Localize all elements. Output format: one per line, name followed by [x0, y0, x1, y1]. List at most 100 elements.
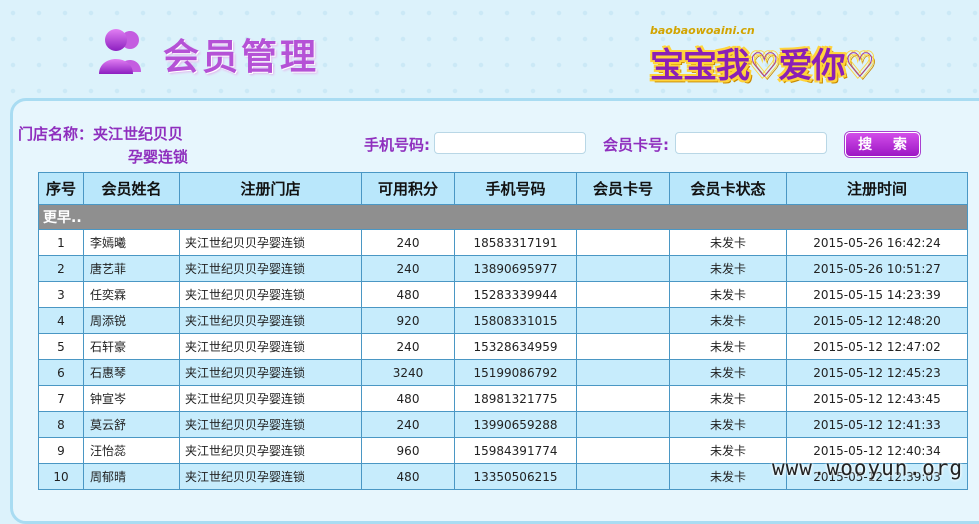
cell-store: 夹江世纪贝贝孕婴连锁: [179, 281, 362, 308]
cell-phone: 15283339944: [454, 281, 577, 308]
cell-status: 未发卡: [669, 411, 787, 438]
phone-input[interactable]: [434, 132, 586, 154]
cell-time: 2015-05-12 12:45:23: [786, 359, 968, 386]
cell-card: [576, 385, 670, 412]
cell-card: [576, 281, 670, 308]
cell-time: 2015-05-12 12:41:33: [786, 411, 968, 438]
watermark: www.wooyun.org: [772, 456, 964, 480]
cell-phone: 15199086792: [454, 359, 577, 386]
cell-name: 石惠琴: [83, 359, 180, 386]
cell-store: 夹江世纪贝贝孕婴连锁: [179, 359, 362, 386]
cell-name: 莫云舒: [83, 411, 180, 438]
page-title: 会员管理: [163, 37, 320, 78]
store-name-line2: 孕婴连锁: [128, 148, 189, 166]
logo-domain: baobaowoaini.cn: [650, 24, 755, 37]
table-row: 2 唐艺菲 夹江世纪贝贝孕婴连锁 240 13890695977 未发卡 2015-05-2…: [38, 255, 968, 282]
cell-no: 5: [38, 333, 84, 360]
cell-no: 8: [38, 411, 84, 438]
cell-phone: 13990659288: [454, 411, 577, 438]
store-name-line1: 夹江世纪贝贝: [93, 125, 184, 143]
cell-store: 夹江世纪贝贝孕婴连锁: [179, 333, 362, 360]
cell-points: 240: [361, 333, 455, 360]
cell-card: [576, 333, 670, 360]
cell-status: 未发卡: [669, 333, 787, 360]
table-row: 4 周添锐 夹江世纪贝贝孕婴连锁 920 15808331015 未发卡 2015-05-1…: [38, 307, 968, 334]
table-row: 6 石惠琴 夹江世纪贝贝孕婴连锁 3240 15199086792 未发卡 2015-05-…: [38, 359, 968, 386]
logo-text: 宝宝我♡爱你♡: [650, 46, 875, 86]
brand-logo: baobaowoaini.cn 宝宝我♡爱你♡: [644, 24, 929, 86]
cell-status: 未发卡: [669, 229, 787, 256]
cell-time: 2015-05-12 12:48:20: [786, 307, 968, 334]
cell-points: 480: [361, 281, 455, 308]
column-header-card: 会员卡号: [576, 172, 670, 205]
cell-name: 汪怡蕊: [83, 437, 180, 464]
cell-phone: 13350506215: [454, 463, 577, 490]
column-header-name: 会员姓名: [83, 172, 180, 205]
cell-no: 2: [38, 255, 84, 282]
cell-store: 夹江世纪贝贝孕婴连锁: [179, 229, 362, 256]
table-row: 3 任奕霖 夹江世纪贝贝孕婴连锁 480 15283339944 未发卡 2015-05-1…: [38, 281, 968, 308]
cell-name: 唐艺菲: [83, 255, 180, 282]
phone-label: 手机号码:: [364, 136, 430, 154]
cell-card: [576, 255, 670, 282]
cell-points: 240: [361, 255, 455, 282]
card-number-input[interactable]: [675, 132, 827, 154]
table-row: 7 钟宣岑 夹江世纪贝贝孕婴连锁 480 18981321775 未发卡 2015-05-1…: [38, 385, 968, 412]
cell-card: [576, 411, 670, 438]
column-header-phone: 手机号码: [454, 172, 577, 205]
cell-store: 夹江世纪贝贝孕婴连锁: [179, 437, 362, 464]
cell-name: 李嫣曦: [83, 229, 180, 256]
cell-no: 6: [38, 359, 84, 386]
more-earlier-row[interactable]: 更早..: [38, 204, 968, 230]
cell-name: 石轩豪: [83, 333, 180, 360]
cell-status: 未发卡: [669, 359, 787, 386]
card-number-label: 会员卡号:: [603, 136, 669, 154]
cell-no: 7: [38, 385, 84, 412]
cell-status: 未发卡: [669, 255, 787, 282]
page-header: 会员管理 baobaowoaini.cn 宝宝我♡爱你♡: [0, 0, 979, 96]
cell-points: 240: [361, 411, 455, 438]
cell-store: 夹江世纪贝贝孕婴连锁: [179, 385, 362, 412]
cell-no: 10: [38, 463, 84, 490]
cell-time: 2015-05-12 12:43:45: [786, 385, 968, 412]
cell-points: 920: [361, 307, 455, 334]
cell-status: 未发卡: [669, 307, 787, 334]
cell-store: 夹江世纪贝贝孕婴连锁: [179, 463, 362, 490]
cell-card: [576, 437, 670, 464]
member-table: 序号 会员姓名 注册门店 可用积分 手机号码 会员卡号 会员卡状态 注册时间 更…: [38, 172, 968, 490]
cell-time: 2015-05-15 14:23:39: [786, 281, 968, 308]
cell-card: [576, 307, 670, 334]
cell-no: 3: [38, 281, 84, 308]
store-name-label: 门店名称：夹江世纪贝贝 孕婴连锁: [18, 123, 198, 169]
table-row: 5 石轩豪 夹江世纪贝贝孕婴连锁 240 15328634959 未发卡 2015-05-1…: [38, 333, 968, 360]
cell-points: 240: [361, 229, 455, 256]
search-button[interactable]: 搜 索: [845, 132, 920, 157]
cell-status: 未发卡: [669, 463, 787, 490]
cell-name: 周添锐: [83, 307, 180, 334]
more-earlier-link[interactable]: 更早..: [38, 204, 968, 230]
cell-store: 夹江世纪贝贝孕婴连锁: [179, 255, 362, 282]
cell-points: 3240: [361, 359, 455, 386]
cell-points: 480: [361, 385, 455, 412]
cell-time: 2015-05-12 12:47:02: [786, 333, 968, 360]
cell-no: 9: [38, 437, 84, 464]
cell-phone: 15328634959: [454, 333, 577, 360]
cell-time: 2015-05-26 16:42:24: [786, 229, 968, 256]
table-row: 1 李嫣曦 夹江世纪贝贝孕婴连锁 240 18583317191 未发卡 2015-05-2…: [38, 229, 968, 256]
cell-status: 未发卡: [669, 437, 787, 464]
table-row: 8 莫云舒 夹江世纪贝贝孕婴连锁 240 13990659288 未发卡 2015-05-1…: [38, 411, 968, 438]
cell-no: 1: [38, 229, 84, 256]
column-header-store: 注册门店: [179, 172, 362, 205]
cell-name: 任奕霖: [83, 281, 180, 308]
table-header-row: 序号 会员姓名 注册门店 可用积分 手机号码 会员卡号 会员卡状态 注册时间: [38, 172, 968, 205]
cell-phone: 13890695977: [454, 255, 577, 282]
cell-phone: 18981321775: [454, 385, 577, 412]
cell-name: 钟宣岑: [83, 385, 180, 412]
cell-store: 夹江世纪贝贝孕婴连锁: [179, 411, 362, 438]
column-header-status: 会员卡状态: [669, 172, 787, 205]
cell-no: 4: [38, 307, 84, 334]
cell-phone: 15984391774: [454, 437, 577, 464]
cell-name: 周郁晴: [83, 463, 180, 490]
cell-phone: 15808331015: [454, 307, 577, 334]
members-icon: [99, 29, 141, 74]
